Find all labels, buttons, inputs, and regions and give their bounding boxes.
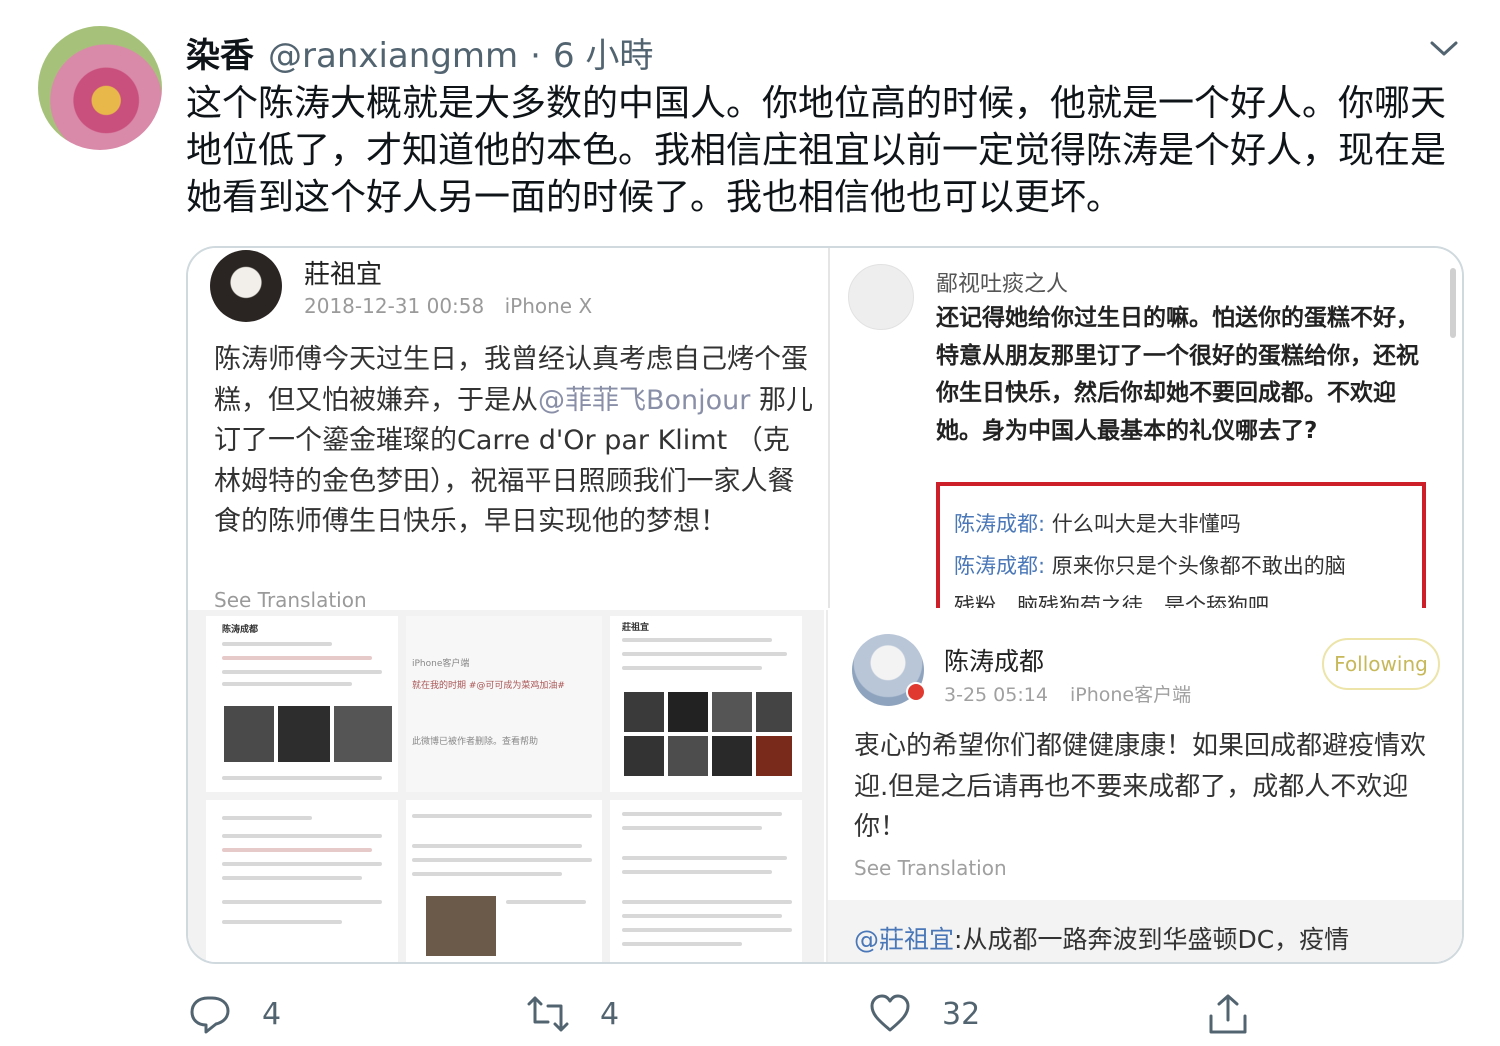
shot-title: 莊祖宜 [622, 623, 650, 633]
post-body: 衷心的希望你们都健健康康！如果回成都避疫情欢迎.但是之后请再也不要来成都了，成都… [854, 731, 1427, 842]
quoted-mention: @莊祖宜 [854, 925, 955, 954]
user-handle[interactable]: @ranxiangmm [268, 36, 518, 76]
quoted-post-text: @莊祖宜:从成都一路奔波到华盛顿DC，疫情 [854, 920, 1349, 956]
highlighted-replies-box: 陈涛成都: 什么叫大是大非懂吗 陈涛成都: 原来你只是个头像都不敢出的脑 残粉，… [936, 482, 1426, 608]
see-translation-link: See Translation [854, 856, 1007, 880]
post-body: 陈涛师傅今天过生日，我曾经认真考虑自己烤个蛋糕，但又怕被嫌弃，于是从@菲菲飞Bo… [214, 340, 814, 543]
quoted-text: :从成都一路奔波到华盛顿DC，疫情 [954, 925, 1350, 954]
post-device: iPhone X [504, 294, 593, 318]
comment-screenshot: 鄙视吐痰之人 还记得她给你过生日的嘛。怕送你的蛋糕不好，特意从朋友那里订了一个很… [830, 248, 1462, 608]
shot-title: 陈涛成都 [222, 625, 259, 635]
collage-shot [406, 800, 602, 962]
collage-shot: 莊祖宜 [610, 616, 802, 792]
chevron-down-icon[interactable] [1428, 38, 1460, 60]
collage-shot: 陈涛成都 [206, 616, 398, 792]
post-meta: 2018-12-31 00:58 iPhone X [304, 294, 592, 318]
reply-line: 陈涛成都: 什么叫大是大非懂吗 [954, 508, 1241, 538]
collage-shot [206, 800, 398, 962]
like-button[interactable]: 32 [868, 992, 980, 1036]
reply-text: 原来你只是个头像都不敢出的脑 [1045, 554, 1346, 578]
reply-line: 陈涛成都: 原来你只是个头像都不敢出的脑 [954, 550, 1346, 580]
share-icon [1209, 994, 1247, 1034]
retweet-icon [527, 996, 569, 1032]
screenshot-collage: 陈涛成都 iPhone客户端 就在我的时期 #@可可成为菜鸡加油# 此微博已被作… [188, 610, 824, 962]
post-meta: 3-25 05:14 iPhone客户端 [944, 680, 1191, 707]
following-button: Following [1322, 638, 1440, 690]
reply-text: 残粉，脑残狗苟之徒，是个舔狗吧 [954, 594, 1269, 608]
commenter-name: 鄙视吐痰之人 [936, 272, 1069, 297]
weibo-post-screenshot: 莊祖宜 2018-12-31 00:58 iPhone X 陈涛师傅今天过生日，… [188, 248, 828, 608]
shot-line: 就在我的时期 #@可可成为菜鸡加油# [412, 681, 565, 691]
commenter-avatar [848, 264, 914, 330]
retweet-count: 4 [600, 996, 620, 1032]
reply-count: 4 [262, 996, 282, 1032]
reply-author: 陈涛成都: [954, 512, 1046, 536]
reply-icon [190, 996, 230, 1034]
like-count: 32 [942, 996, 981, 1032]
comment-body: 还记得她给你过生日的嘛。怕送你的蛋糕不好，特意从朋友那里订了一个很好的蛋糕给你，… [936, 305, 1419, 444]
poster-name: 陈涛成都 [944, 647, 1045, 676]
post-timestamp: 2018-12-31 00:58 [304, 294, 485, 318]
retweet-button[interactable]: 4 [526, 992, 619, 1036]
reply-text: 什么叫大是大非懂吗 [1045, 512, 1241, 536]
post-device: iPhone客户端 [1069, 684, 1192, 706]
shot-device: iPhone客户端 [412, 659, 470, 669]
media-card[interactable]: 莊祖宜 2018-12-31 00:58 iPhone X 陈涛师傅今天过生日，… [186, 246, 1464, 964]
scrollbar [1450, 268, 1456, 338]
reply-button[interactable]: 4 [188, 992, 281, 1036]
weibo-reply-screenshot: 陈涛成都 3-25 05:14 iPhone客户端 Following 衷心的希… [826, 610, 1462, 962]
collage-shot: iPhone客户端 就在我的时期 #@可可成为菜鸡加油# 此微博已被作者删除。查… [406, 616, 602, 792]
post-timestamp: 3-25 05:14 [944, 684, 1048, 706]
reply-line: 残粉，脑残狗苟之徒，是个舔狗吧 [954, 590, 1269, 608]
poster-name: 莊祖宜 [304, 260, 383, 290]
shot-notice: 此微博已被作者删除。查看帮助 [412, 737, 539, 747]
tweet-header: 染香 @ranxiangmm · 6 小時 [186, 28, 653, 77]
user-avatar[interactable] [38, 26, 162, 150]
separator-dot: · [530, 36, 541, 76]
tweet-time[interactable]: 6 小時 [553, 28, 653, 77]
reply-author: 陈涛成都: [954, 554, 1046, 578]
poster-avatar [210, 250, 282, 322]
like-icon [870, 994, 910, 1032]
tweet-text: 这个陈涛大概就是大多数的中国人。你地位高的时候，他就是一个好人。你哪天地位低了，… [186, 83, 1447, 218]
collage-shot [610, 800, 802, 962]
see-translation-link: See Translation [214, 588, 367, 608]
post-mention: @菲菲飞Bonjour [538, 384, 751, 416]
verified-badge-icon [906, 682, 926, 702]
display-name[interactable]: 染香 [186, 28, 254, 77]
share-button[interactable] [1206, 992, 1250, 1036]
